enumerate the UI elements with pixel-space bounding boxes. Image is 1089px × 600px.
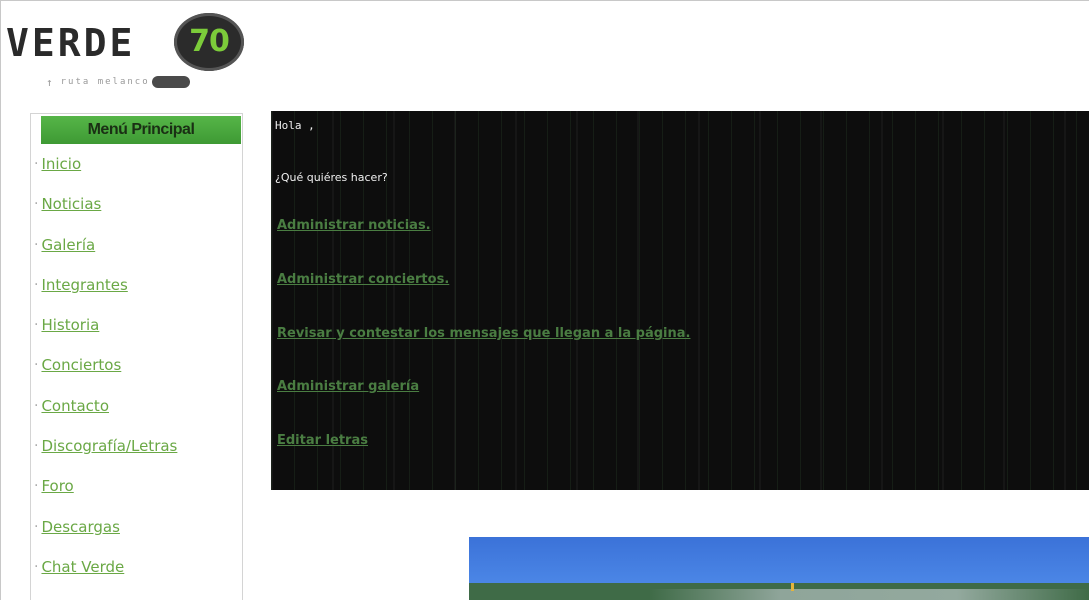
sidebar-link[interactable]: Chat Verde [41, 557, 124, 577]
bullet-icon: · [34, 156, 39, 172]
image-sky [469, 537, 1089, 583]
bullet-icon: · [34, 196, 39, 213]
bullet-icon: · [34, 317, 39, 334]
logo-tagline-text: ruta melanco [60, 77, 150, 87]
sidebar-link[interactable]: Discografía/Letras [41, 436, 177, 456]
image-road-marker [791, 583, 794, 591]
bullet-icon: · [34, 357, 39, 374]
sidebar-item-integrantes[interactable]: · Integrantes [31, 275, 242, 315]
question-text: ¿Qué quiéres hacer? [275, 171, 388, 184]
arrow-up-icon: ↑ [46, 75, 55, 89]
logo-wordmark: VERDE [6, 21, 136, 65]
sidebar-link[interactable]: Descargas [41, 517, 119, 537]
sidebar-item-descargas[interactable]: · Descargas [31, 517, 242, 557]
sidebar-header: Menú Principal [41, 116, 241, 144]
bullet-icon: · [34, 397, 39, 414]
main-menu-sidebar: Menú Principal · Inicio · Noticias · Gal… [30, 113, 243, 600]
main-menu: · Inicio · Noticias · Galería · Integran… [31, 154, 242, 597]
sidebar-link[interactable]: Foro [41, 476, 73, 496]
sidebar-item-conciertos[interactable]: · Conciertos [31, 355, 242, 395]
manage-gallery-link[interactable]: Administrar galería [277, 379, 419, 394]
image-road [649, 589, 1089, 600]
sidebar-link[interactable]: Galería [41, 235, 95, 255]
sidebar-title: Menú Principal [87, 121, 195, 138]
admin-panel: Hola , ¿Qué quiéres hacer? Administrar n… [271, 111, 1089, 490]
sidebar-item-chat-verde[interactable]: · Chat Verde [31, 557, 242, 597]
sidebar-link[interactable]: Contacto [41, 396, 109, 416]
sidebar-link[interactable]: Inicio [41, 154, 81, 174]
sidebar-link[interactable]: Integrantes [41, 275, 127, 295]
site-logo[interactable]: VERDE 70 ↑ ruta melanco [6, 6, 266, 96]
manage-news-link[interactable]: Administrar noticias. [277, 218, 431, 233]
manage-concerts-link[interactable]: Administrar conciertos. [277, 272, 449, 287]
bullet-icon: · [34, 518, 39, 535]
logo-tagline: ↑ ruta melanco [46, 76, 190, 88]
sidebar-item-discografia[interactable]: · Discografía/Letras [31, 436, 242, 476]
sidebar-link[interactable]: Historia [41, 315, 99, 335]
greeting-text: Hola , [275, 119, 315, 132]
bullet-icon: · [34, 276, 39, 293]
logo-badge: 70 [174, 13, 244, 71]
sidebar-item-foro[interactable]: · Foro [31, 476, 242, 516]
sidebar-link[interactable]: Conciertos [41, 355, 121, 375]
review-messages-link[interactable]: Revisar y contestar los mensajes que lle… [277, 326, 690, 341]
bullet-icon: · [34, 438, 39, 455]
bullet-icon: · [34, 478, 39, 495]
sidebar-item-historia[interactable]: · Historia [31, 315, 242, 355]
road-landscape-image [469, 537, 1089, 600]
sidebar-item-galeria[interactable]: · Galería [31, 235, 242, 275]
sidebar-item-inicio[interactable]: · Inicio [31, 154, 242, 194]
bullet-icon: · [34, 558, 39, 575]
bullet-icon: · [34, 236, 39, 253]
sidebar-link[interactable]: Noticias [41, 194, 101, 214]
tagline-badge-shadow [151, 76, 190, 88]
logo-badge-number: 70 [189, 24, 230, 59]
edit-lyrics-link[interactable]: Editar letras [277, 433, 368, 448]
sidebar-item-contacto[interactable]: · Contacto [31, 396, 242, 436]
sidebar-item-noticias[interactable]: · Noticias [31, 194, 242, 234]
